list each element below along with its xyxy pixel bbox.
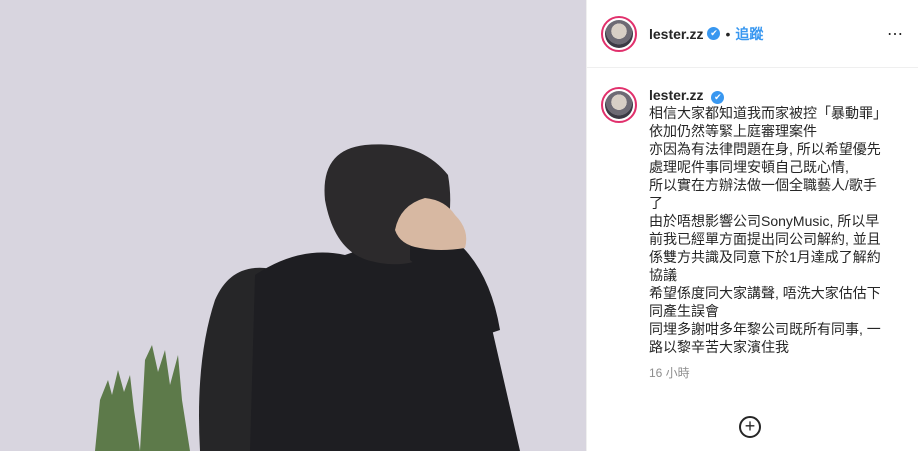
caption-line: 同埋多謝咁多年黎公司既所有同事, 一 — [649, 321, 881, 337]
caption-username[interactable]: lester.zz — [649, 87, 703, 103]
post-header: lester.zz ✔ • 追蹤 ⋯ — [587, 0, 918, 68]
verified-icon: ✔ — [707, 27, 721, 40]
caption-text: 相信大家都知道我而家被控「暴動罪」 依加仍然等緊上庭審理案件 亦因為有法律問題在… — [649, 104, 887, 356]
side-panel: lester.zz ✔ • 追蹤 ⋯ lester.zz ✔ 相信大家都知道我而… — [586, 0, 918, 451]
post-photo[interactable] — [0, 0, 586, 451]
caption-body: lester.zz ✔ 相信大家都知道我而家被控「暴動罪」 依加仍然等緊上庭審理… — [649, 86, 887, 382]
timestamp[interactable]: 16 小時 — [649, 364, 887, 382]
caption-line: 希望係度同大家講聲, 唔洗大家估估下 — [649, 285, 881, 301]
post-viewer: lester.zz ✔ • 追蹤 ⋯ lester.zz ✔ 相信大家都知道我而… — [0, 0, 918, 451]
caption-line: 相信大家都知道我而家被控「暴動罪」 — [649, 105, 887, 121]
caption-line: 亦因為有法律問題在身, 所以希望優先 — [649, 141, 881, 157]
more-options-icon[interactable]: ⋯ — [887, 24, 904, 44]
caption-line: 處理呢件事同埋安頓自己既心情, — [649, 159, 849, 175]
avatar[interactable] — [601, 87, 637, 123]
verified-icon: ✔ — [711, 91, 725, 104]
caption-line: 所以實在方辦法做一個全職藝人/歌手 — [649, 177, 877, 193]
header-username[interactable]: lester.zz — [649, 26, 703, 42]
caption-line: 前我已經單方面提出同公司解約, 並且 — [649, 231, 881, 247]
caption-line: 路以黎辛苦大家濱住我 — [649, 339, 789, 355]
caption-line: 依加仍然等緊上庭審理案件 — [649, 123, 817, 139]
caption-line: 由於唔想影響公司SonyMusic, 所以早 — [649, 213, 880, 229]
load-more-comments-button[interactable]: + — [739, 416, 761, 438]
avatar[interactable] — [601, 15, 637, 52]
caption-line: 係雙方共識及同意下於1月達成了解約 — [649, 249, 881, 265]
caption-line: 同產生誤會 — [649, 303, 719, 319]
follow-button[interactable]: 追蹤 — [735, 24, 763, 44]
photo-illustration — [0, 0, 586, 451]
caption-line: 了 — [649, 195, 663, 211]
caption-line: 協議 — [649, 267, 677, 283]
caption-comment: lester.zz ✔ 相信大家都知道我而家被控「暴動罪」 依加仍然等緊上庭審理… — [587, 68, 918, 382]
separator: • — [725, 25, 731, 42]
